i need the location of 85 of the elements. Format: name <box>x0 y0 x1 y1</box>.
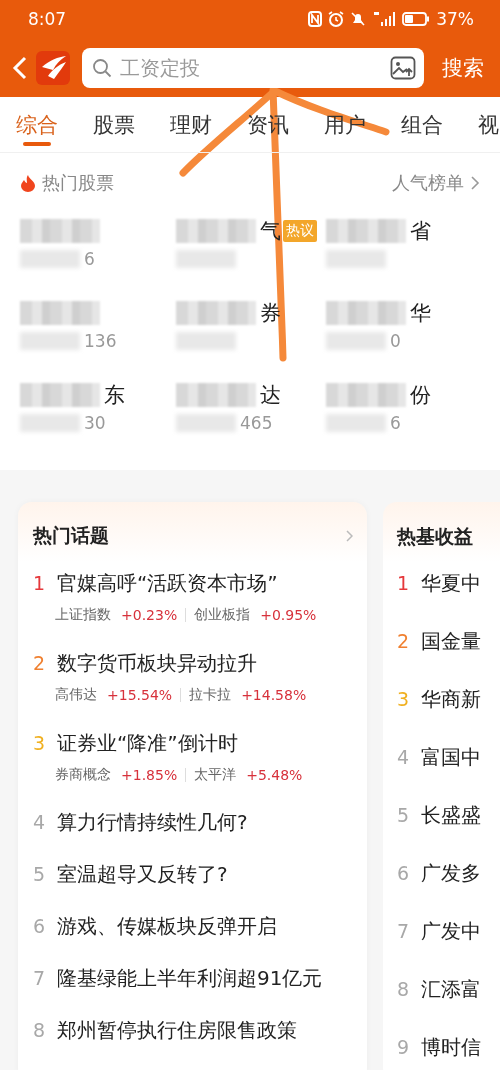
flame-icon <box>20 174 36 192</box>
tab[interactable]: 用户 <box>324 97 366 152</box>
rank-number: 4 <box>33 811 47 833</box>
topic-title[interactable]: 证券业“降准”倒计时 <box>57 729 238 757</box>
rank-number: 9 <box>396 1036 410 1058</box>
stock-code: 465 <box>240 413 273 433</box>
nfc-icon <box>308 11 323 27</box>
battery-icon <box>402 12 431 26</box>
stock-code: 0 <box>390 331 401 351</box>
battery-percent: 37% <box>436 9 474 29</box>
index-name: 上证指数 <box>55 606 111 624</box>
image-search-icon[interactable] <box>390 55 416 80</box>
popularity-link[interactable]: 人气榜单 <box>392 171 480 195</box>
topic-title[interactable]: 室温超导又反转了? <box>57 860 228 888</box>
fund-name[interactable]: 富国中 <box>420 743 481 771</box>
tab[interactable]: 组合 <box>401 97 443 152</box>
stock-code: 30 <box>84 413 106 433</box>
search-icon <box>92 57 112 78</box>
index-name: 高伟达 <box>55 686 97 704</box>
index-name: 券商概念 <box>55 766 111 784</box>
fund-name[interactable]: 广发多 <box>420 859 481 887</box>
change-percent: +1.85% <box>121 767 178 783</box>
topic-title[interactable]: 算力行情持续性几何? <box>57 808 248 836</box>
rank-number: 4 <box>396 746 410 768</box>
tab[interactable]: 理财 <box>170 97 212 152</box>
stock-code: 136 <box>84 331 117 351</box>
change-percent: +0.95% <box>260 607 317 623</box>
fund-name[interactable]: 汇添富 <box>420 975 481 1003</box>
tab[interactable]: 综合 <box>16 97 58 152</box>
rank-number: 6 <box>33 915 47 937</box>
rank-number: 5 <box>33 863 47 885</box>
section-title: 热门股票 <box>42 171 114 195</box>
index-name: 拉卡拉 <box>189 686 232 704</box>
stock-name[interactable]: 份 <box>410 381 431 409</box>
search-input[interactable]: 工资定投 <box>118 54 384 81</box>
rank-number: 7 <box>396 920 410 942</box>
stock-name[interactable]: 省 <box>410 217 431 245</box>
stock-code: 6 <box>84 249 95 269</box>
fund-name[interactable]: 华夏中 <box>420 569 481 597</box>
rank-number: 1 <box>33 572 47 594</box>
search-button[interactable]: 搜索 <box>432 53 488 82</box>
stock-code: 6 <box>390 413 401 433</box>
fund-name[interactable]: 国金量 <box>420 627 481 655</box>
back-icon[interactable] <box>12 55 28 80</box>
topic-title[interactable]: 隆基绿能上半年利润超91亿元 <box>57 964 323 992</box>
topic-title[interactable]: 游戏、传媒板块反弹开启 <box>57 912 277 940</box>
topic-title[interactable]: 郑州暂停执行住房限售政策 <box>57 1016 297 1044</box>
rank-number: 8 <box>396 978 410 1000</box>
rank-number: 2 <box>396 630 410 652</box>
stock-name[interactable]: 达 <box>260 381 281 409</box>
mute-bell-icon <box>350 11 367 27</box>
rank-number: 6 <box>396 862 410 884</box>
fund-name[interactable]: 华商新 <box>420 685 481 713</box>
card-title: 热门话题 <box>33 523 109 548</box>
rank-number: 7 <box>33 967 47 989</box>
clock-time: 8:07 <box>28 9 67 29</box>
topic-title[interactable]: 数字货币板块异动拉升 <box>57 649 257 677</box>
index-name: 太平洋 <box>194 766 237 784</box>
hot-badge: 热议 <box>283 220 317 242</box>
alarm-icon <box>328 11 345 27</box>
signal-icon <box>372 11 397 27</box>
rank-number: 5 <box>396 804 410 826</box>
chevron-right-icon <box>470 175 480 191</box>
rank-number: 8 <box>33 1019 47 1041</box>
rank-number: 2 <box>33 652 47 674</box>
fund-name[interactable]: 广发中 <box>420 917 481 945</box>
stock-name[interactable]: 华 <box>410 299 431 327</box>
change-percent: +14.58% <box>241 687 307 703</box>
fund-name[interactable]: 长盛盛 <box>420 801 481 829</box>
app-logo-icon <box>36 50 70 85</box>
tab[interactable]: 视 <box>478 97 499 152</box>
rank-number: 3 <box>33 732 47 754</box>
chevron-right-icon[interactable] <box>344 530 353 542</box>
change-percent: +0.23% <box>121 607 178 623</box>
topic-title[interactable]: 官媒高呼“活跃资本市场” <box>57 569 278 597</box>
rank-number: 3 <box>396 688 410 710</box>
index-name: 创业板指 <box>194 606 251 624</box>
card-title: 热基收益 <box>396 524 474 549</box>
search-field[interactable]: 工资定投 <box>82 47 424 88</box>
tab[interactable]: 股票 <box>93 97 135 152</box>
stock-name[interactable]: 东 <box>104 381 125 409</box>
change-percent: +5.48% <box>246 767 303 783</box>
rank-number: 1 <box>396 572 410 594</box>
change-percent: +15.54% <box>107 687 173 703</box>
fund-name[interactable]: 博时信 <box>420 1033 481 1061</box>
